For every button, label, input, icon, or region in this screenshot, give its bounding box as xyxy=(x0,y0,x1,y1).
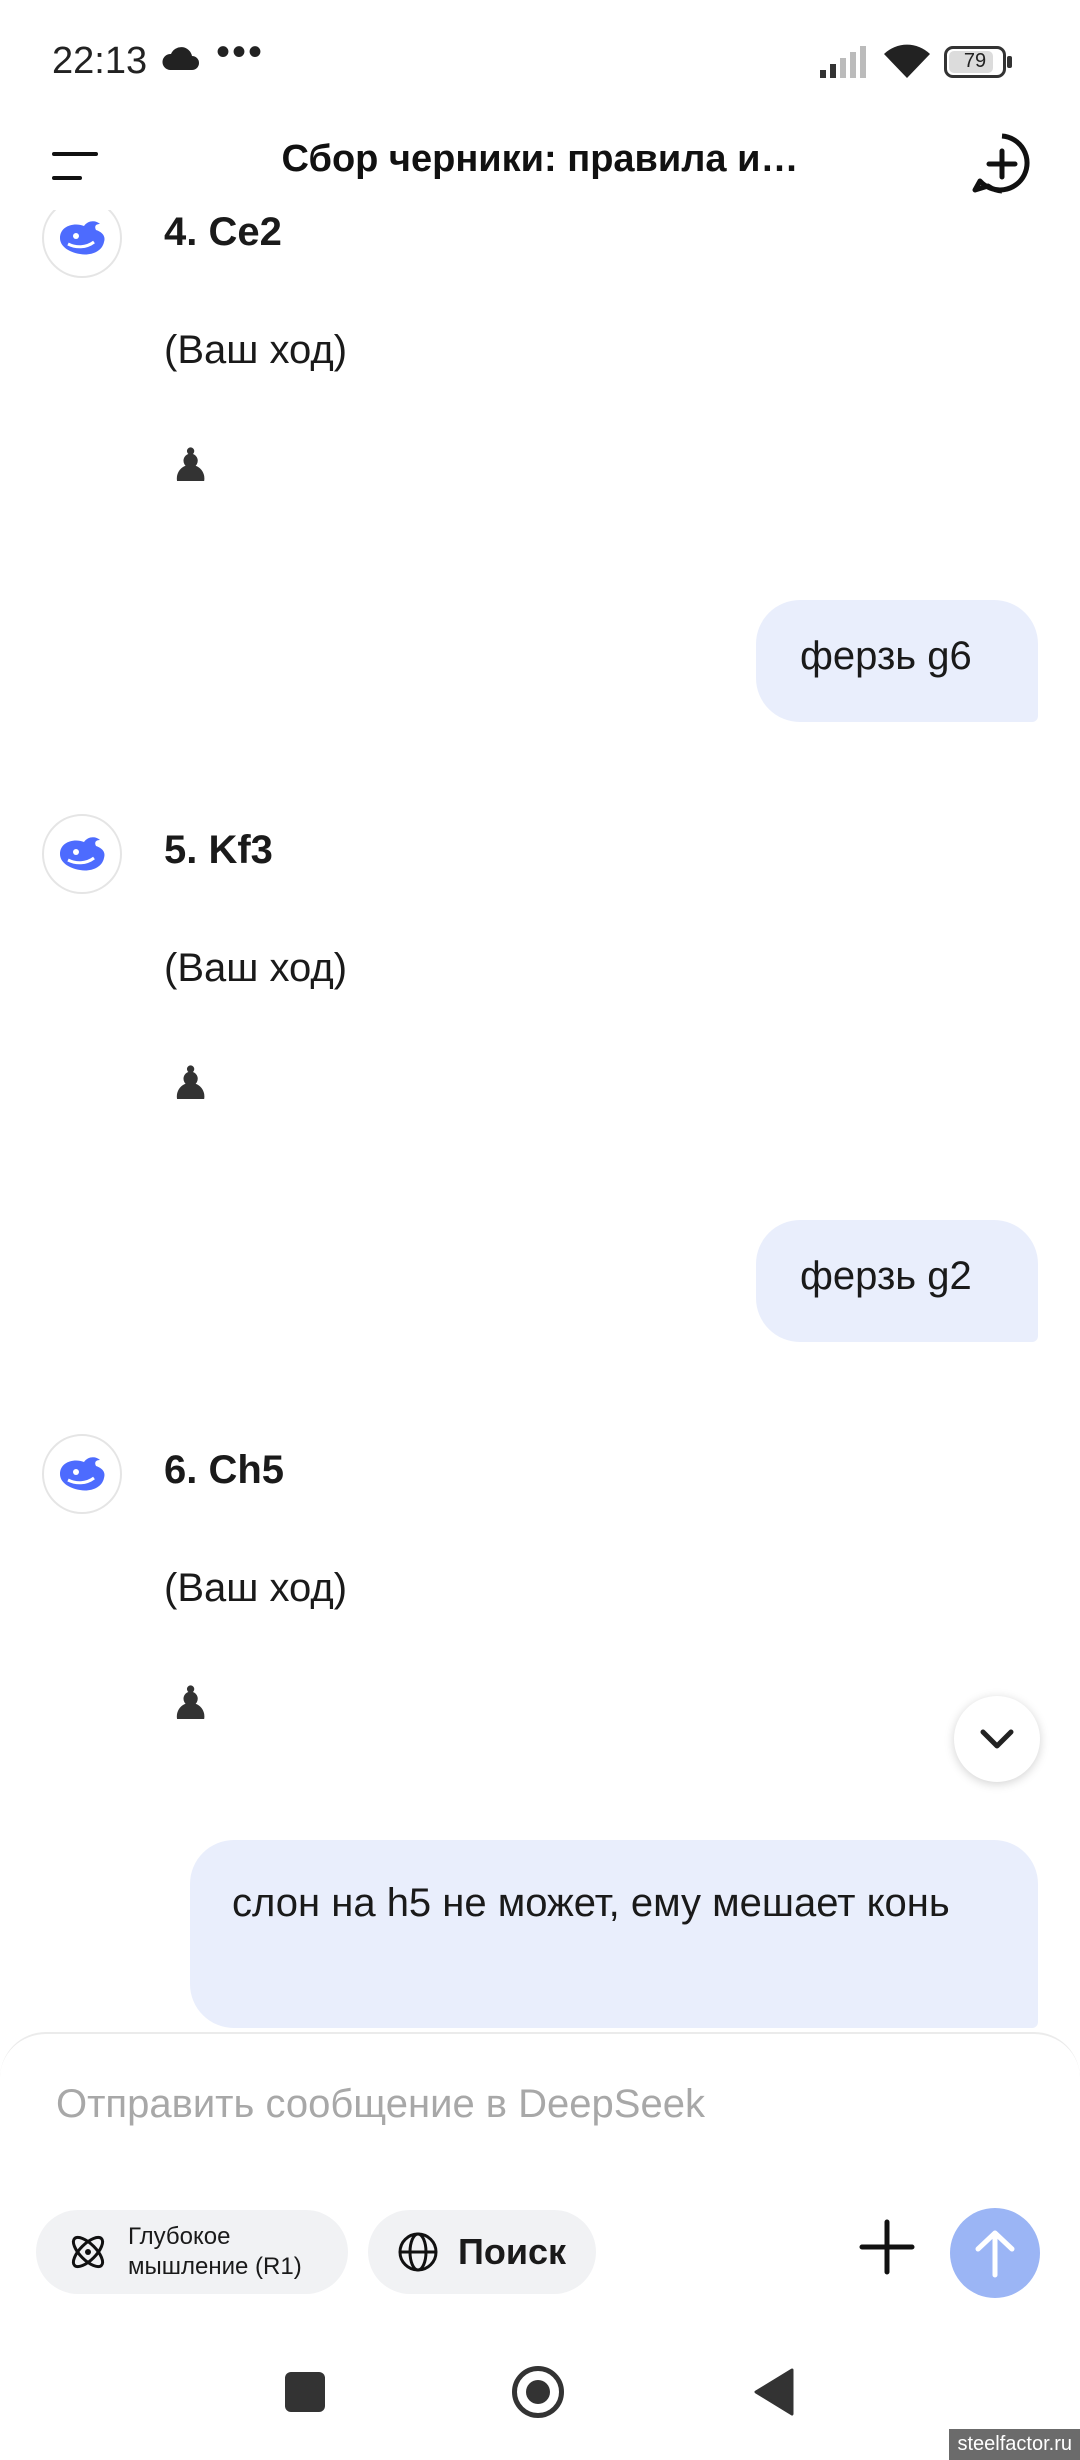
pawn-icon: ♟ xyxy=(170,1057,212,1109)
deepseek-whale-icon xyxy=(60,1457,105,1491)
battery-level: 79 xyxy=(963,50,987,72)
chevron-down-icon xyxy=(980,1729,1014,1749)
user-message-text: ферзь g6 xyxy=(800,634,972,678)
deepseek-avatar xyxy=(42,814,122,894)
web-search-toggle[interactable]: Поиск xyxy=(368,2210,596,2294)
assistant-move: 5. Kf3 xyxy=(164,828,273,872)
deepseek-avatar xyxy=(42,1434,122,1514)
chat-header: Сбор черники: правила и… xyxy=(0,120,1080,210)
user-message-text: ферзь g2 xyxy=(800,1254,972,1298)
assistant-move: 4. Се2 xyxy=(164,210,282,254)
plus-icon[interactable] xyxy=(852,2212,922,2282)
user-message[interactable]: ферзь g2 xyxy=(756,1220,1038,1342)
assistant-note: (Ваш ход) xyxy=(164,1566,348,1610)
battery-tip xyxy=(1007,56,1012,68)
wifi-icon xyxy=(884,44,930,78)
pawn-icon: ♟ xyxy=(170,1677,212,1729)
send-button[interactable] xyxy=(950,2208,1040,2298)
home-button[interactable] xyxy=(512,2366,564,2418)
user-message[interactable]: слон на h5 не может, ему мешает конь xyxy=(190,1840,1038,2028)
signal-icon xyxy=(820,46,866,78)
user-message[interactable]: ферзь g6 xyxy=(756,600,1038,722)
status-time: 22:13 xyxy=(52,40,148,82)
chat-messages: 4. Се2 (Ваш ход) ♟ ферзь g6 5. Kf3 (Ваш … xyxy=(0,210,1080,2040)
pawn-icon: ♟ xyxy=(170,439,212,491)
deepseek-whale-icon xyxy=(60,221,105,255)
assistant-move: 6. Ch5 xyxy=(164,1448,285,1492)
message-composer: Отправить сообщение в DeepSeek Глубокое … xyxy=(0,2032,1080,2334)
chat-title: Сбор черники: правила и… xyxy=(281,138,799,180)
atom-icon xyxy=(71,2235,105,2269)
message-input[interactable]: Отправить сообщение в DeepSeek xyxy=(56,2082,705,2127)
back-button[interactable] xyxy=(752,2368,794,2416)
assistant-note: (Ваш ход) xyxy=(164,946,348,990)
deepseek-whale-icon xyxy=(60,837,105,871)
recent-apps-button[interactable] xyxy=(285,2372,325,2412)
cloud-icon xyxy=(162,47,199,70)
new-chat-icon[interactable] xyxy=(968,130,1036,198)
status-bar: 22:13 ••• 79 xyxy=(0,0,1080,120)
system-nav-bar: steelfactor.ru xyxy=(0,2332,1080,2460)
assistant-note: (Ваш ход) xyxy=(164,328,348,372)
battery-icon: 79 xyxy=(944,46,1006,78)
deepseek-avatar xyxy=(42,210,122,278)
more-notifications-icon: ••• xyxy=(216,30,265,74)
deep-think-label: Глубокое мышление (R1) xyxy=(128,2223,302,2280)
globe-icon xyxy=(398,2232,438,2272)
search-label: Поиск xyxy=(458,2231,567,2272)
scroll-to-bottom-button[interactable] xyxy=(954,1696,1040,1782)
user-message-text: слон на h5 не может, ему мешает конь xyxy=(232,1881,950,1925)
deep-think-toggle[interactable]: Глубокое мышление (R1) xyxy=(36,2210,348,2294)
arrow-up-icon xyxy=(975,2230,1015,2278)
watermark: steelfactor.ru xyxy=(949,2429,1080,2460)
